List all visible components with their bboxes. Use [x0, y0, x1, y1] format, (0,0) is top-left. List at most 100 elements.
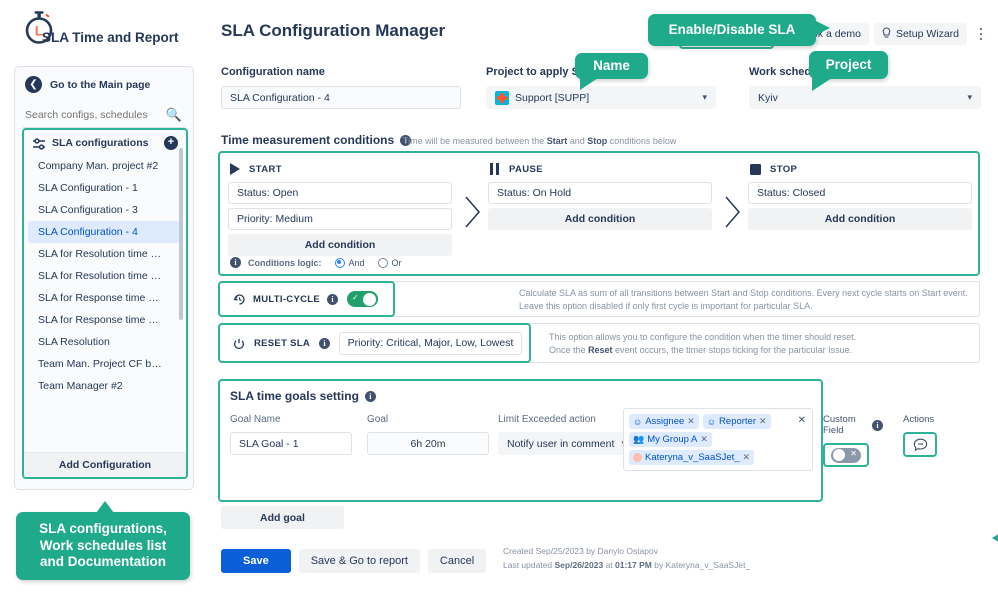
- list-item[interactable]: SLA Resolution: [24, 331, 186, 353]
- plus-circle-icon[interactable]: +: [164, 136, 178, 150]
- time-conditions-title: Time measurement conditions: [221, 133, 394, 147]
- info-icon[interactable]: i: [327, 294, 338, 305]
- condition-row[interactable]: Status: Closed: [748, 182, 972, 204]
- column-pause: PAUSE Status: On Hold Add condition: [488, 161, 712, 230]
- goal-duration-field: Goal 6h 20m: [367, 414, 489, 455]
- project-select[interactable]: Support [SUPP] ▾: [486, 86, 716, 109]
- reset-note-bold: Reset: [588, 345, 613, 355]
- work-schedule-select[interactable]: Kyiv ▾: [749, 86, 981, 109]
- metadata-text: Created Sep/25/2023 by Danylo Ostapov La…: [503, 544, 750, 573]
- multi-cycle-note: Calculate SLA as sum of all transitions …: [390, 281, 980, 317]
- custom-field-toggle-off[interactable]: ✕: [831, 448, 861, 463]
- list-scrollbar[interactable]: [179, 148, 183, 320]
- list-item[interactable]: SLA Configuration - 4: [28, 221, 182, 243]
- go-to-main-page-link[interactable]: ❮ Go to the Main page: [15, 67, 193, 99]
- column-start-title: START: [249, 164, 282, 175]
- updated-pre: Last updated: [503, 560, 555, 570]
- add-condition-button[interactable]: Add condition: [748, 208, 972, 230]
- goal-name-input[interactable]: SLA Goal - 1: [230, 432, 352, 455]
- multi-cycle-label: MULTI-CYCLE: [253, 294, 320, 305]
- power-icon: [233, 337, 245, 349]
- flow-chevron-icon: [722, 193, 744, 231]
- info-icon[interactable]: i: [872, 420, 883, 431]
- list-item[interactable]: Team Manager #2: [24, 375, 186, 397]
- custom-field-label: Custom Field: [823, 414, 867, 436]
- list-item[interactable]: Team Man. Project CF b…: [24, 353, 186, 375]
- remove-tag-icon[interactable]: ✕: [743, 452, 751, 463]
- reset-sla-note: This option allows you to configure the …: [526, 323, 980, 363]
- recipient-tag[interactable]: Kateryna_v_SaaSJet_✕: [629, 450, 754, 465]
- info-icon[interactable]: i: [365, 391, 376, 402]
- cancel-button[interactable]: Cancel: [428, 549, 486, 573]
- cycle-clock-icon: [233, 293, 246, 306]
- multi-cycle-control[interactable]: MULTI-CYCLE i ✓: [218, 281, 395, 317]
- sidebar-card: ❮ Go to the Main page 🔍 SLA configuratio…: [14, 66, 194, 490]
- time-conditions-hint: Time will be measured between the Start …: [403, 136, 676, 146]
- limit-exceeded-label: Limit Exceeded action: [498, 414, 635, 425]
- search-input[interactable]: [23, 109, 151, 121]
- recipient-tag-label: Assignee: [645, 416, 684, 427]
- search-row[interactable]: 🔍: [23, 102, 185, 128]
- reset-sla-value[interactable]: Priority: Critical, Major, Low, Lowest: [339, 332, 522, 355]
- callout-sidebar: SLA configurations, Work schedules list …: [16, 512, 190, 580]
- list-item[interactable]: SLA for Resolution time …: [24, 243, 186, 265]
- list-item[interactable]: SLA for Resolution time …: [24, 265, 186, 287]
- add-goal-button[interactable]: Add goal: [221, 506, 344, 529]
- info-icon[interactable]: i: [319, 338, 330, 349]
- remove-tag-icon[interactable]: ✕: [759, 416, 767, 427]
- custom-field-toggle-wrap[interactable]: ✕: [823, 443, 869, 467]
- work-schedule-value: Kyiv: [758, 92, 778, 104]
- save-button[interactable]: Save: [221, 549, 291, 573]
- info-icon[interactable]: i: [230, 257, 241, 268]
- search-icon[interactable]: 🔍: [166, 107, 185, 123]
- condition-row[interactable]: Status: Open: [228, 182, 452, 204]
- updated-post: by Kateryna_v_SaaSJet_: [652, 560, 750, 570]
- recipient-tag[interactable]: ☺Reporter✕: [703, 414, 771, 429]
- callout-enable-text: Enable/Disable SLA: [669, 22, 796, 39]
- goal-duration-input[interactable]: 6h 20m: [367, 432, 489, 455]
- multi-cycle-toggle[interactable]: ✓: [347, 291, 378, 307]
- remove-tag-icon[interactable]: ✕: [700, 434, 708, 445]
- add-condition-button[interactable]: Add condition: [228, 234, 452, 256]
- list-item[interactable]: SLA for Response time …: [24, 287, 186, 309]
- created-text: Created Sep/25/2023 by Danylo Ostapov: [503, 544, 750, 558]
- updated-text: Last updated Sep/26/2023 at 01:17 PM by …: [503, 558, 750, 572]
- hint-post: conditions below: [607, 136, 676, 146]
- arrow-left-circle-icon: ❮: [25, 76, 42, 93]
- recipients-box: ☺Assignee✕☺Reporter✕👥My Group A✕Kateryna…: [623, 408, 813, 471]
- limit-exceeded-select[interactable]: Notify user in comment ▾: [498, 432, 635, 455]
- clear-all-icon[interactable]: ✕: [798, 415, 806, 426]
- recipient-tag[interactable]: 👥My Group A✕: [629, 432, 712, 447]
- list-item[interactable]: SLA for Response time …: [24, 309, 186, 331]
- field-configuration-name: Configuration name SLA Configuration - 4: [221, 66, 461, 109]
- column-stop: STOP Status: Closed Add condition: [748, 161, 972, 230]
- message-editor-button[interactable]: [903, 432, 937, 457]
- add-condition-button[interactable]: Add condition: [488, 208, 712, 230]
- limit-exceeded-action-field: Limit Exceeded action Notify user in com…: [498, 414, 635, 455]
- save-and-go-to-report-button[interactable]: Save & Go to report: [299, 549, 420, 573]
- limit-exceeded-value: Notify user in comment: [507, 438, 614, 450]
- list-item[interactable]: SLA Configuration - 3: [24, 199, 186, 221]
- radio-or-label: Or: [392, 258, 402, 268]
- condition-row[interactable]: Status: On Hold: [488, 182, 712, 204]
- message-editor-icon: [913, 438, 928, 452]
- custom-field-header: Custom Field i: [823, 414, 883, 436]
- more-vertical-icon[interactable]: [972, 23, 990, 45]
- condition-row[interactable]: Priority: Medium: [228, 208, 452, 230]
- setup-wizard-button[interactable]: Setup Wizard: [874, 23, 967, 45]
- configuration-name-input[interactable]: SLA Configuration - 4: [221, 86, 461, 109]
- pause-icon: [490, 163, 500, 175]
- add-configuration-button[interactable]: Add Configuration: [24, 452, 186, 477]
- user-icon: ☺: [707, 417, 716, 427]
- column-stop-header: STOP: [748, 161, 972, 177]
- project-avatar-icon: [495, 91, 509, 105]
- radio-or[interactable]: [378, 258, 388, 268]
- reset-note-line1: This option allows you to configure the …: [549, 331, 979, 344]
- list-item[interactable]: Company Man. project #2: [24, 155, 186, 177]
- remove-tag-icon[interactable]: ✕: [687, 416, 695, 427]
- list-item[interactable]: SLA Configuration - 1: [24, 177, 186, 199]
- recipient-tag[interactable]: ☺Assignee✕: [629, 414, 699, 429]
- reset-note-pre: Once the: [549, 345, 588, 355]
- radio-and[interactable]: [335, 258, 345, 268]
- recipient-tag-label: Reporter: [719, 416, 756, 427]
